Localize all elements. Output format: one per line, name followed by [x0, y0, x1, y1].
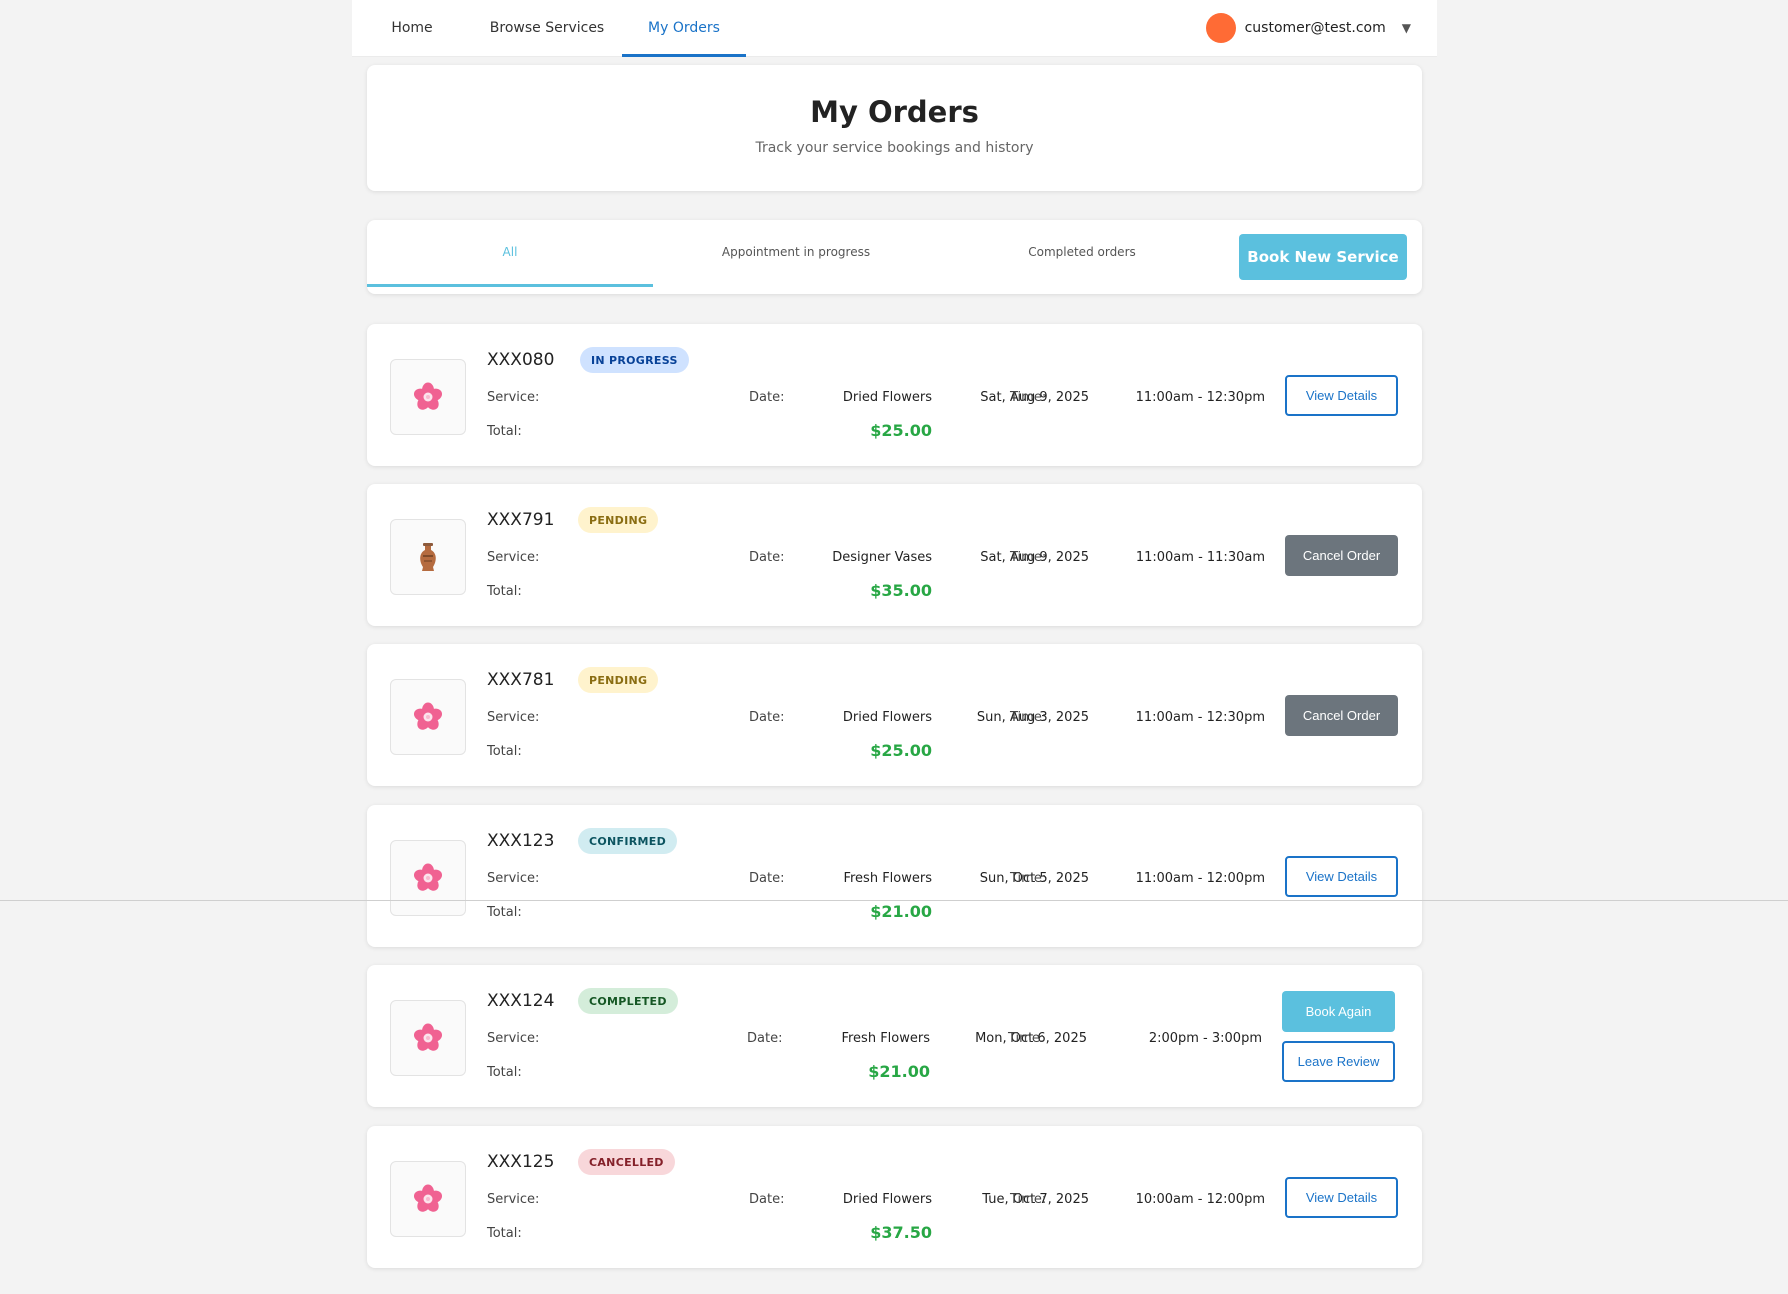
- date-label: Date:: [747, 1031, 783, 1046]
- date-value: Sun, Oct 5, 2025: [979, 871, 1089, 886]
- date-label: Date:: [749, 710, 785, 725]
- date-value: Sat, Aug 9, 2025: [980, 390, 1089, 405]
- total-value: $21.00: [870, 902, 932, 921]
- total-label: Total:: [487, 744, 522, 759]
- flower-icon: [413, 382, 443, 410]
- service-thumbnail: [390, 1000, 466, 1076]
- time-label: Time:: [1008, 1031, 1045, 1046]
- order-id: XXX791: [487, 510, 555, 530]
- tab-completed-orders[interactable]: Completed orders: [939, 220, 1225, 284]
- order-id: XXX125: [487, 1152, 555, 1172]
- time-value: 10:00am - 12:00pm: [1135, 1192, 1265, 1207]
- nav-my-orders[interactable]: My Orders: [622, 0, 746, 57]
- date-label: Date:: [749, 1192, 785, 1207]
- date-value: Mon, Oct 6, 2025: [975, 1031, 1087, 1046]
- date-value: Sun, Aug 3, 2025: [976, 710, 1089, 725]
- order-card: XXX781 PENDING Service: Dried Flowers Date: S…: [367, 644, 1422, 786]
- status-badge: CONFIRMED: [578, 828, 677, 854]
- date-value: Tue, Oct 7, 2025: [982, 1192, 1089, 1207]
- order-card: XXX080 IN PROGRESS Service: Dried Flowers Da…: [367, 324, 1422, 466]
- cancel-order-button[interactable]: Cancel Order: [1285, 695, 1398, 736]
- chevron-down-icon[interactable]: ▼: [1402, 21, 1411, 35]
- time-value: 11:00am - 11:30am: [1135, 550, 1265, 565]
- user-email[interactable]: customer@test.com: [1245, 20, 1386, 36]
- user-menu[interactable]: customer@test.com ▼: [1205, 0, 1411, 56]
- status-badge: COMPLETED: [578, 988, 678, 1014]
- date-value: Sat, Aug 9, 2025: [980, 550, 1089, 565]
- status-badge: IN PROGRESS: [580, 347, 689, 373]
- avatar[interactable]: [1205, 13, 1236, 43]
- view-details-button[interactable]: View Details: [1285, 1177, 1398, 1218]
- service-thumbnail: [390, 359, 466, 435]
- order-card: XXX124 COMPLETED Service: Fresh Flowers Date…: [367, 965, 1422, 1107]
- total-label: Total:: [487, 1226, 522, 1241]
- book-again-button[interactable]: Book Again: [1282, 991, 1395, 1032]
- time-value: 11:00am - 12:30pm: [1135, 710, 1265, 725]
- time-label: Time:: [1010, 871, 1047, 886]
- total-label: Total:: [487, 584, 522, 599]
- page-container: Home Browse Services My Orders customer@…: [352, 0, 1437, 1268]
- flower-icon: [413, 1023, 443, 1051]
- date-label: Date:: [749, 871, 785, 886]
- order-card: XXX791 PENDING Service: Designer Vases Date:…: [367, 484, 1422, 626]
- service-thumbnail: [390, 840, 466, 916]
- time-label: Time:: [1010, 710, 1047, 725]
- flower-icon: [413, 1184, 443, 1212]
- total-value: $25.00: [870, 421, 932, 440]
- service-label: Service:: [487, 710, 540, 725]
- time-value: 11:00am - 12:00pm: [1135, 871, 1265, 886]
- tab-appointment-in-progress[interactable]: Appointment in progress: [653, 220, 939, 284]
- order-card: XXX123 CONFIRMED Service: Fresh Flowers Date…: [367, 805, 1422, 947]
- total-value: $21.00: [868, 1062, 930, 1081]
- flower-icon: [413, 863, 443, 891]
- view-details-button[interactable]: View Details: [1285, 856, 1398, 897]
- status-badge: PENDING: [578, 667, 659, 693]
- status-badge: CANCELLED: [578, 1149, 675, 1175]
- page-title: My Orders: [810, 95, 979, 129]
- order-card: XXX125 CANCELLED Service: Dried Flowers Date…: [367, 1126, 1422, 1268]
- total-label: Total:: [487, 1065, 522, 1080]
- view-details-button[interactable]: View Details: [1285, 375, 1398, 416]
- time-label: Time:: [1010, 390, 1047, 405]
- vase-icon: [420, 543, 436, 571]
- top-navigation: Home Browse Services My Orders customer@…: [352, 0, 1437, 57]
- time-label: Time:: [1010, 1192, 1047, 1207]
- order-id: XXX781: [487, 670, 555, 690]
- service-label: Service:: [487, 871, 540, 886]
- time-value: 11:00am - 12:30pm: [1135, 390, 1265, 405]
- flower-icon: [413, 702, 443, 730]
- order-id: XXX124: [487, 991, 555, 1011]
- total-value: $25.00: [870, 741, 932, 760]
- time-label: Time:: [1010, 550, 1047, 565]
- nav-browse-services[interactable]: Browse Services: [472, 0, 622, 56]
- date-label: Date:: [749, 390, 785, 405]
- service-label: Service:: [487, 550, 540, 565]
- time-value: 2:00pm - 3:00pm: [1148, 1031, 1262, 1046]
- service-label: Service:: [487, 390, 540, 405]
- order-id: XXX080: [487, 350, 555, 370]
- divider-line: [0, 900, 1788, 901]
- leave-review-button[interactable]: Leave Review: [1282, 1041, 1395, 1082]
- nav-home[interactable]: Home: [352, 0, 472, 56]
- book-new-service-button[interactable]: Book New Service: [1239, 234, 1407, 280]
- page-subtitle: Track your service bookings and history: [755, 140, 1034, 156]
- total-label: Total:: [487, 905, 522, 920]
- order-id: XXX123: [487, 831, 555, 851]
- cancel-order-button[interactable]: Cancel Order: [1285, 535, 1398, 576]
- service-label: Service:: [487, 1192, 540, 1207]
- service-label: Service:: [487, 1031, 540, 1046]
- date-label: Date:: [749, 550, 785, 565]
- status-badge: PENDING: [578, 507, 659, 533]
- service-thumbnail: [390, 1161, 466, 1237]
- total-value: $35.00: [870, 581, 932, 600]
- tab-all[interactable]: All: [367, 220, 653, 287]
- total-label: Total:: [487, 424, 522, 439]
- total-value: $37.50: [870, 1223, 932, 1242]
- page-header-card: My Orders Track your service bookings an…: [367, 65, 1422, 191]
- service-thumbnail: [390, 519, 466, 595]
- service-thumbnail: [390, 679, 466, 755]
- order-filter-tabs: All Appointment in progress Completed or…: [367, 220, 1422, 294]
